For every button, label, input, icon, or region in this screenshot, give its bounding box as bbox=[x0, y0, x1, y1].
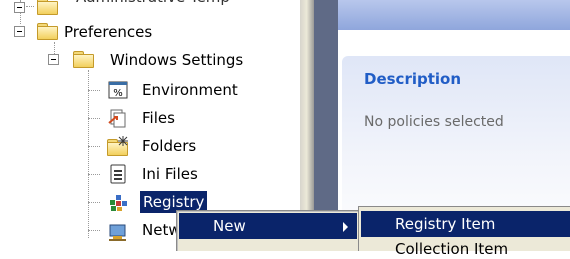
tree-item-windows-settings[interactable]: Windows Settings bbox=[0, 48, 300, 72]
folder-icon bbox=[36, 22, 58, 40]
context-menu: New bbox=[176, 210, 362, 251]
tree-item-admin-templates[interactable]: Administrative Temp bbox=[0, 0, 300, 15]
collapse-toggle[interactable] bbox=[48, 54, 59, 65]
menu-item-new[interactable]: New bbox=[179, 213, 357, 239]
tree-item-environment[interactable]: % Environment bbox=[0, 78, 300, 102]
tree-item-label: Windows Settings bbox=[110, 51, 244, 69]
menu-item-registry-item[interactable]: Registry Item bbox=[361, 211, 570, 237]
submenu-arrow-icon bbox=[343, 222, 348, 232]
collapse-toggle[interactable] bbox=[14, 26, 25, 37]
description-text: No policies selected bbox=[364, 114, 504, 130]
files-icon bbox=[108, 109, 126, 128]
registry-icon bbox=[110, 195, 127, 211]
menu-item-label: Registry Item bbox=[395, 215, 496, 233]
tree-item-label: Folders bbox=[142, 137, 197, 155]
folder-icon bbox=[72, 50, 94, 68]
tree-item-label: Administrative Temp bbox=[76, 0, 230, 9]
tree-item-files[interactable]: Files bbox=[0, 106, 300, 130]
tree-item-label: Ini Files bbox=[142, 165, 198, 183]
tree-item-label: Environment bbox=[142, 81, 238, 99]
tree-item-label: Files bbox=[142, 109, 175, 127]
sparkle-icon bbox=[118, 136, 128, 146]
folder-icon bbox=[36, 0, 58, 15]
svg-text:%: % bbox=[113, 88, 123, 99]
ini-files-icon bbox=[110, 164, 126, 184]
menu-item-collection-item[interactable]: Collection Item bbox=[395, 239, 508, 259]
expand-toggle[interactable] bbox=[14, 2, 25, 13]
menu-item-label: New bbox=[213, 217, 246, 235]
description-title: Description bbox=[364, 70, 462, 88]
tree-item-label: Preferences bbox=[64, 23, 153, 41]
submenu-new: Registry Item Collection Item bbox=[358, 206, 570, 258]
tree-item-folders[interactable]: Folders bbox=[0, 134, 300, 158]
network-shares-icon bbox=[109, 224, 126, 241]
environment-icon: % bbox=[108, 81, 128, 99]
details-banner bbox=[338, 0, 570, 30]
tree-item-preferences[interactable]: Preferences bbox=[0, 20, 300, 44]
tree-item-ini-files[interactable]: Ini Files bbox=[0, 162, 300, 186]
